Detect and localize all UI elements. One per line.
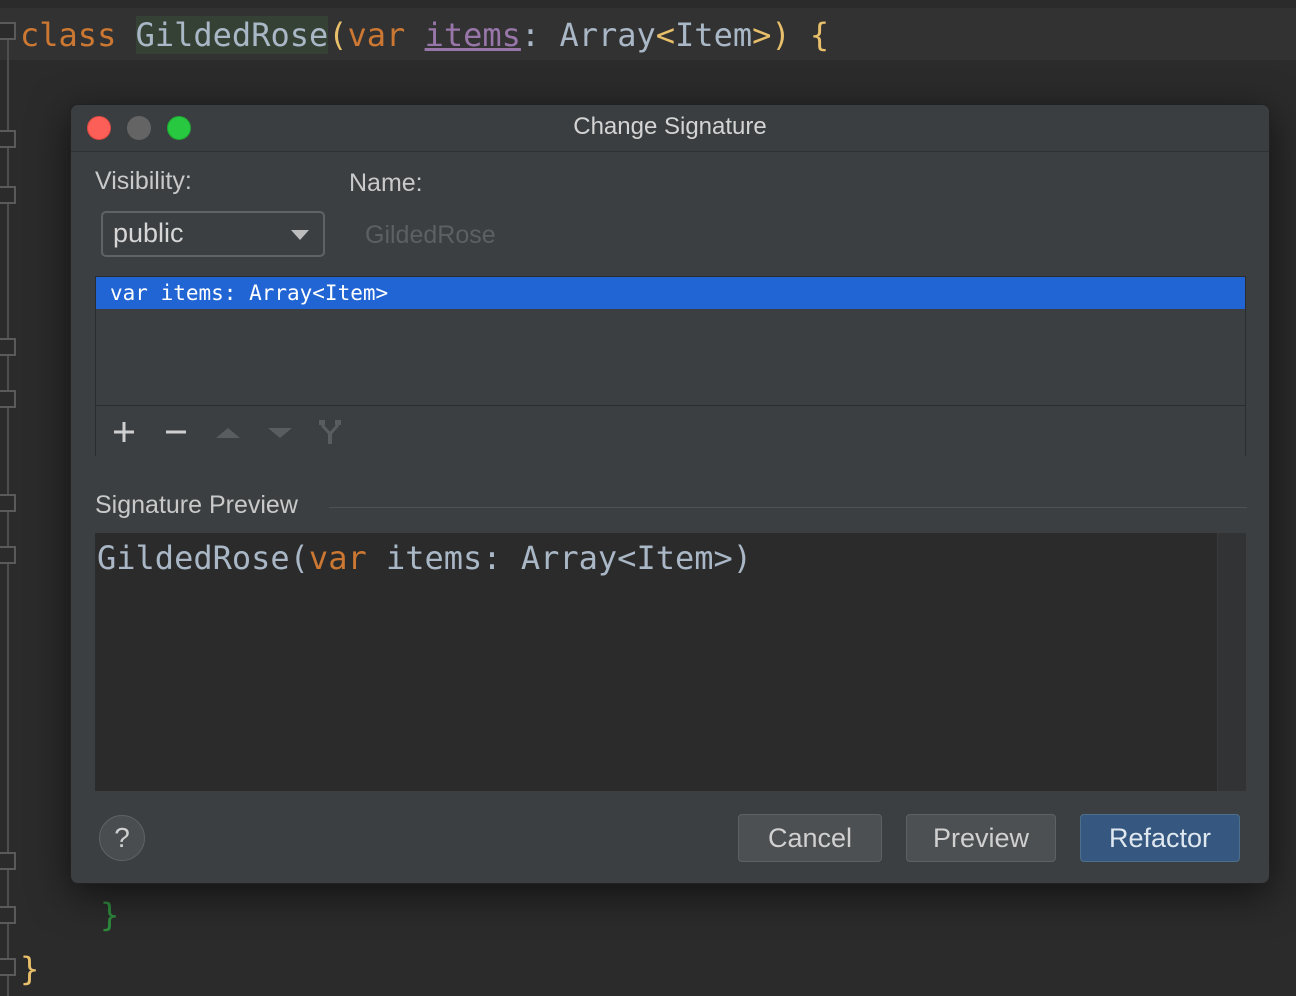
preview-open: ( [289,539,309,577]
visibility-label: Visibility: [95,167,192,195]
parameter-row[interactable]: var items: Array<Item> [96,277,1245,309]
name-label: Name: [349,169,423,197]
paren-close: ) [771,16,791,54]
preview-button[interactable]: Preview [906,814,1056,862]
keyword-var: var [347,16,406,54]
outer-close-brace: } [20,950,40,988]
preview-scrollbar[interactable] [1217,533,1246,791]
preview-name: GildedRose [97,539,290,577]
cancel-button[interactable]: Cancel [738,814,882,862]
paren-open: ( [328,16,348,54]
fold-marker-icon[interactable] [0,906,16,924]
change-signature-dialog: Change Signature Visibility: Name: publi… [70,104,1270,884]
preview-rest: items: Array<Item>) [366,539,753,577]
chevron-down-icon [291,230,309,240]
signature-preview-title: Signature Preview [95,491,298,519]
remove-icon[interactable] [160,416,192,448]
class-name: GildedRose [135,16,329,54]
fold-marker-icon[interactable] [0,338,16,356]
help-button[interactable]: ? [99,815,145,861]
fold-marker-icon[interactable] [0,546,16,564]
brace-open: { [809,16,830,54]
fold-marker-icon[interactable] [0,186,16,204]
fold-marker-icon[interactable] [0,494,16,512]
preview-keyword: var [308,539,367,577]
move-up-icon [216,428,240,438]
fold-marker-icon[interactable] [0,958,16,976]
visibility-value: public [113,218,184,248]
fold-marker-icon[interactable] [0,22,16,40]
type-name: Array [559,16,656,54]
dialog-title: Change Signature [573,113,767,140]
dialog-titlebar[interactable]: Change Signature [71,105,1269,152]
refactor-button[interactable]: Refactor [1080,814,1240,862]
parameters-table[interactable]: var items: Array<Item> [95,276,1246,457]
inner-close-brace: } [100,896,120,934]
add-icon[interactable] [108,416,140,448]
code-line-class-declaration[interactable]: class GildedRose(var items: Array<Item>)… [20,14,829,56]
angle-close: > [752,16,772,54]
parameters-toolbar [96,405,1245,457]
name-field: GildedRose [365,221,496,249]
fold-marker-icon[interactable] [0,130,16,148]
signature-preview-text: GildedRose(var items: Array<Item>) [97,539,752,577]
section-divider [329,507,1247,508]
signature-preview: GildedRose(var items: Array<Item>) [95,533,1246,791]
colon: : [520,16,560,54]
angle-open: < [655,16,676,54]
param-name: items [424,16,521,54]
move-down-icon [268,428,292,438]
fold-marker-icon[interactable] [0,852,16,870]
type-arg: Item [675,16,753,54]
fold-marker-icon[interactable] [0,390,16,408]
keyword-class: class [20,16,117,54]
visibility-select[interactable]: public [101,211,325,257]
propagate-icon [319,420,341,444]
